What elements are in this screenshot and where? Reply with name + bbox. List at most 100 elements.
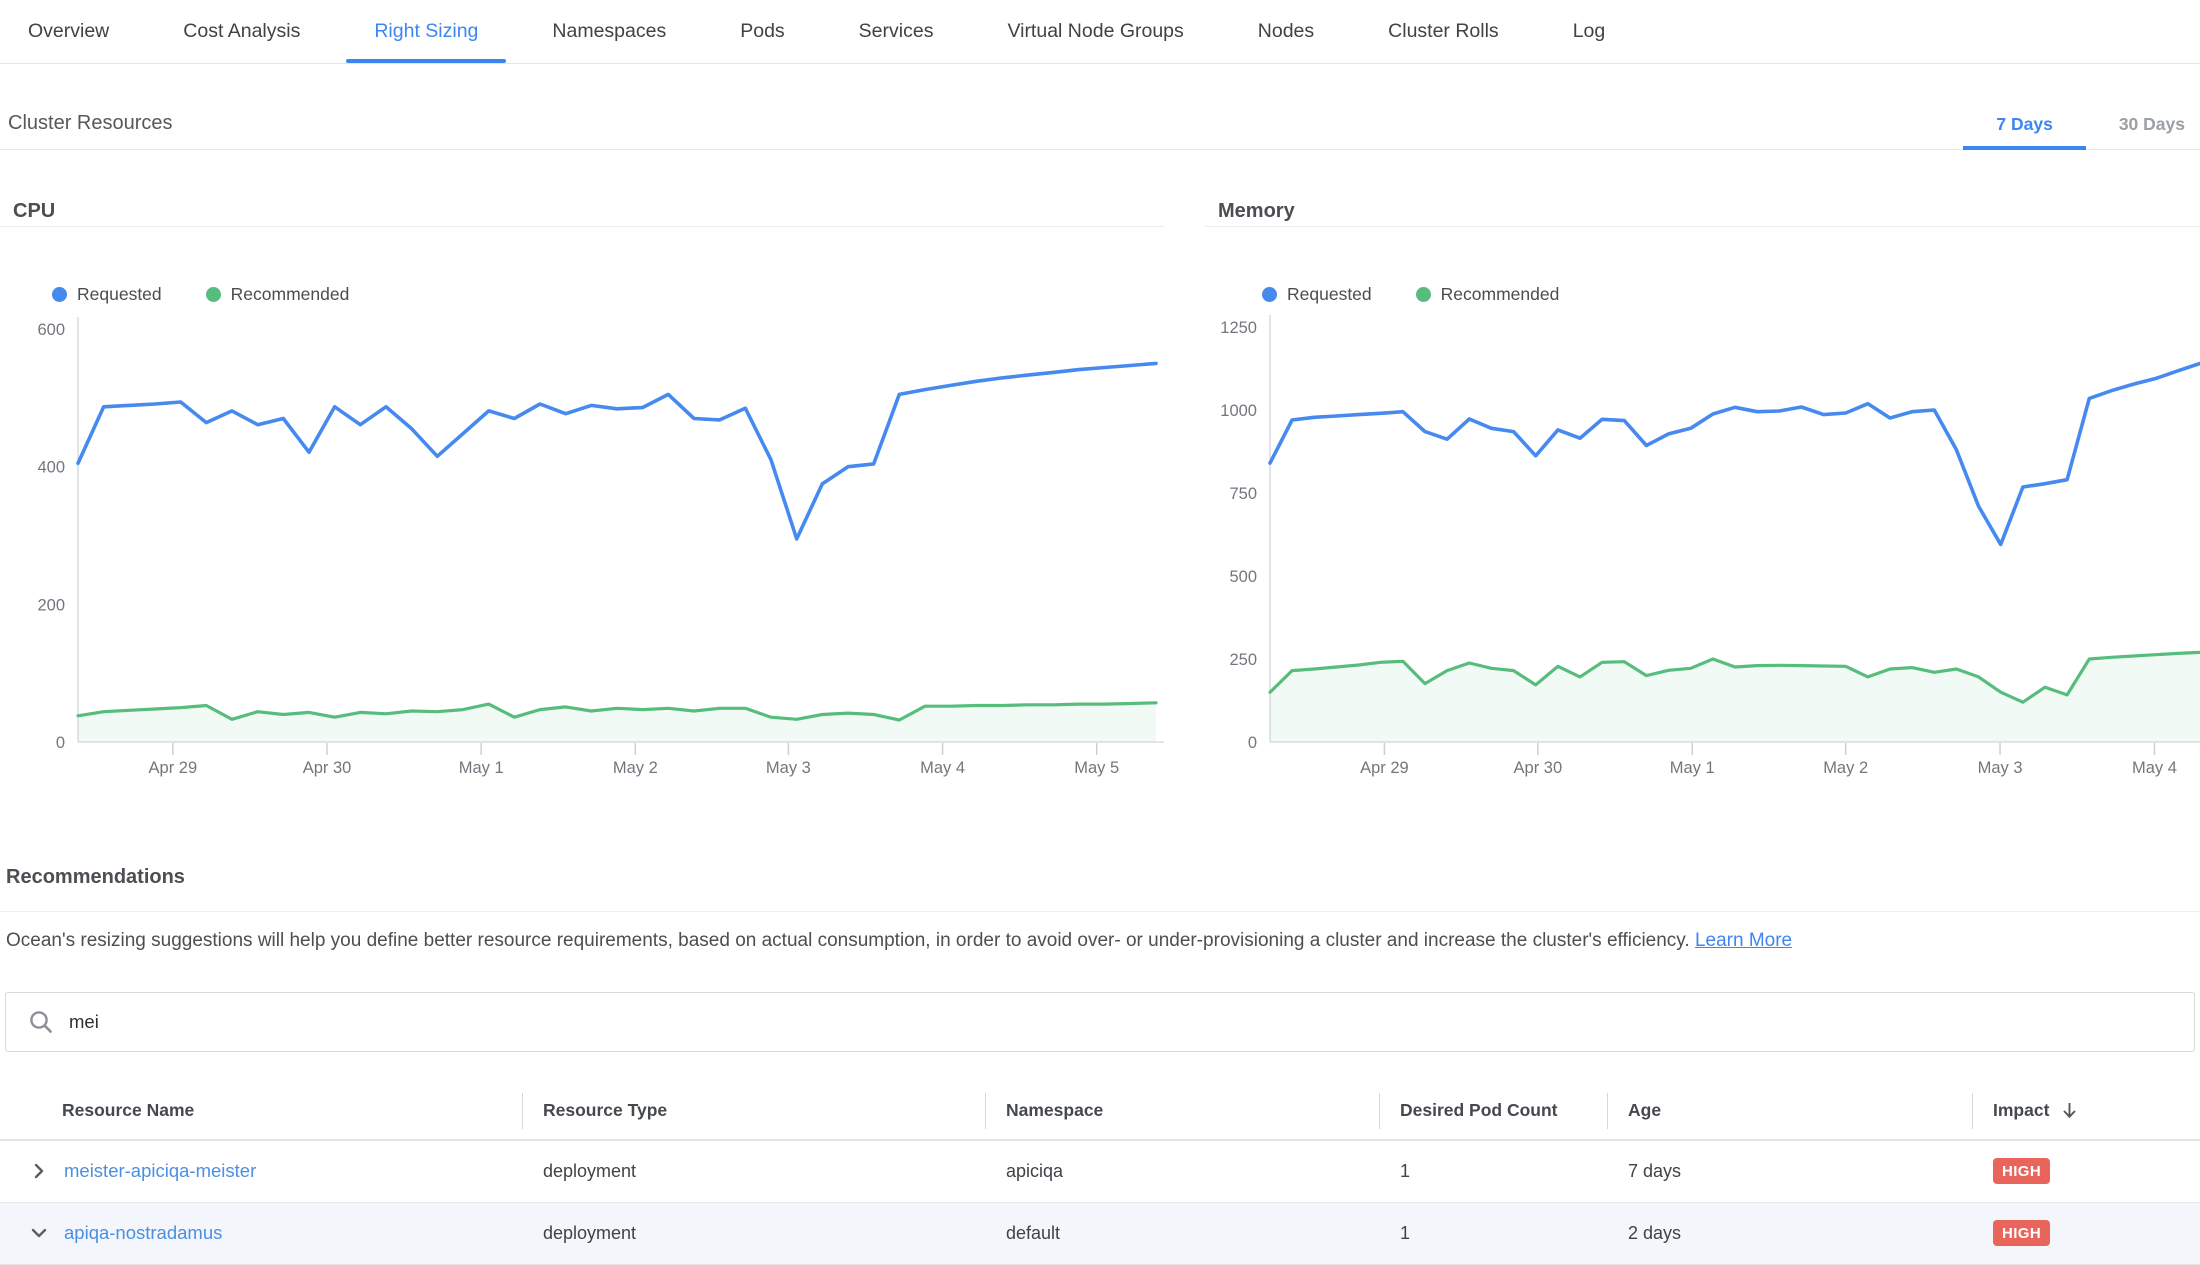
svg-text:May 2: May 2 — [613, 759, 658, 777]
desired-pod-count-cell: 1 — [1379, 1140, 1607, 1202]
impact-badge: HIGH — [1993, 1220, 2050, 1246]
recommended-legend-item: Recommended — [206, 284, 350, 305]
main-tab-bar: Overview Cost Analysis Right Sizing Namespa… — [0, 0, 2200, 64]
table-row: meister-apiciqa-meister deploymentapiciqa… — [0, 1140, 2200, 1202]
cluster-resources-title: Cluster Resources — [8, 112, 173, 135]
tab-cost-analysis[interactable]: Cost Analysis — [155, 0, 328, 63]
range-tab-7-days[interactable]: 7 Days — [1963, 98, 2085, 150]
recommendations-section: Recommendations Ocean's resizing suggest… — [0, 852, 2200, 954]
resource-name-cell: meister-apiciqa-meister — [0, 1140, 522, 1202]
table-header-row: Resource Name Resource Type Namespace De… — [0, 1082, 2200, 1140]
requested-legend-item: Requested — [52, 284, 162, 305]
memory-chart-legend: Requested Recommended — [1262, 284, 2200, 305]
svg-text:750: 750 — [1229, 485, 1257, 503]
svg-text:May 1: May 1 — [459, 759, 504, 777]
resource-type-cell: deployment — [522, 1140, 985, 1202]
column-header-age[interactable]: Age — [1607, 1082, 1972, 1140]
column-header-desired-pod-count[interactable]: Desired Pod Count — [1379, 1082, 1607, 1140]
impact-cell: HIGH — [1972, 1140, 2200, 1202]
svg-text:0: 0 — [56, 734, 65, 752]
main-tab-bar-list: Overview Cost Analysis Right Sizing Namespa… — [0, 0, 2200, 63]
learn-more-link[interactable]: Learn More — [1695, 930, 1792, 951]
namespace-cell: apiciqa — [985, 1140, 1379, 1202]
resource-name-link[interactable]: apiqa-nostradamus — [64, 1222, 222, 1244]
cpu-chart-title: CPU — [0, 150, 1164, 227]
svg-text:May 3: May 3 — [1978, 759, 2023, 777]
impact-column-label: Impact — [1993, 1100, 2049, 1120]
svg-text:Apr 30: Apr 30 — [303, 759, 352, 777]
tab-overview[interactable]: Overview — [0, 0, 137, 63]
tab-right-sizing[interactable]: Right Sizing — [346, 0, 506, 63]
svg-text:400: 400 — [37, 459, 65, 477]
memory-chart-title: Memory — [1205, 150, 2200, 227]
cpu-chart-legend: Requested Recommended — [52, 284, 1164, 305]
svg-text:May 5: May 5 — [1074, 759, 1119, 777]
table-row: apiqa-nostradamus deploymentdefault12 day… — [0, 1202, 2200, 1264]
tab-namespaces[interactable]: Namespaces — [524, 0, 694, 63]
tab-log[interactable]: Log — [1545, 0, 1634, 63]
requested-legend-dot — [52, 287, 67, 302]
recommended-legend-dot — [206, 287, 221, 302]
recommendations-table: Resource Name Resource Type Namespace De… — [0, 1082, 2200, 1265]
column-header-namespace[interactable]: Namespace — [985, 1082, 1379, 1140]
sort-descending-icon[interactable] — [2061, 1101, 2078, 1120]
svg-text:Apr 29: Apr 29 — [1360, 759, 1409, 777]
recommended-legend-label: Recommended — [1441, 284, 1560, 305]
svg-text:500: 500 — [1229, 568, 1257, 586]
recommendations-title: Recommendations — [6, 866, 2200, 889]
recommended-legend-dot — [1416, 287, 1431, 302]
recommended-legend-label: Recommended — [231, 284, 350, 305]
tab-virtual-node-groups[interactable]: Virtual Node Groups — [979, 0, 1211, 63]
namespace-cell: default — [985, 1202, 1379, 1264]
age-cell: 7 days — [1607, 1140, 1972, 1202]
svg-text:Apr 30: Apr 30 — [1514, 759, 1563, 777]
requested-legend-item: Requested — [1262, 284, 1372, 305]
svg-text:0: 0 — [1248, 734, 1257, 752]
search-box — [5, 992, 2195, 1052]
tab-cluster-rolls[interactable]: Cluster Rolls — [1360, 0, 1527, 63]
range-selector: 7 Days30 Days — [1963, 98, 2200, 150]
cluster-resources-header: Cluster Resources 7 Days30 Days — [0, 64, 2200, 150]
cpu-chart: 0 200 400 600 Apr 29 Apr 30 May 1 May 2 May 3 May… — [0, 313, 1164, 783]
desired-pod-count-cell: 1 — [1379, 1202, 1607, 1264]
recommendations-description-text: Ocean's resizing suggestions will help y… — [6, 930, 1690, 951]
tab-pods[interactable]: Pods — [712, 0, 812, 63]
search-input[interactable] — [67, 1010, 2194, 1034]
section-divider — [0, 911, 2200, 912]
cpu-chart-panel: CPU Requested Recommended 0 200 400 600 Apr 2… — [0, 150, 1164, 783]
recommendations-description: Ocean's resizing suggestions will help y… — [6, 929, 2160, 954]
column-header-resource-type[interactable]: Resource Type — [522, 1082, 985, 1140]
impact-cell: HIGH — [1972, 1202, 2200, 1264]
memory-chart-panel: Memory Requested Recommended 0 250 500 750 10… — [1205, 150, 2200, 783]
chevron-right-icon[interactable] — [30, 1162, 48, 1180]
resource-type-cell: deployment — [522, 1202, 985, 1264]
requested-legend-dot — [1262, 287, 1277, 302]
age-cell: 2 days — [1607, 1202, 1972, 1264]
svg-text:600: 600 — [37, 321, 65, 339]
impact-badge: HIGH — [1993, 1158, 2050, 1184]
recommended-legend-item: Recommended — [1416, 284, 1560, 305]
requested-legend-label: Requested — [1287, 284, 1372, 305]
tab-services[interactable]: Services — [831, 0, 962, 63]
range-tab-30-days[interactable]: 30 Days — [2086, 98, 2200, 150]
svg-text:250: 250 — [1229, 651, 1257, 669]
svg-text:Apr 29: Apr 29 — [149, 759, 198, 777]
requested-legend-label: Requested — [77, 284, 162, 305]
search-icon — [28, 1009, 54, 1035]
svg-text:1250: 1250 — [1220, 319, 1257, 337]
column-header-resource-name[interactable]: Resource Name — [0, 1082, 522, 1140]
tab-nodes[interactable]: Nodes — [1230, 0, 1342, 63]
memory-chart: 0 250 500 750 1000 1250 Apr 29 Apr 30 May 1 May 2… — [1205, 313, 2200, 783]
resource-name-cell: apiqa-nostradamus — [0, 1202, 522, 1264]
svg-text:May 4: May 4 — [920, 759, 965, 777]
svg-text:May 2: May 2 — [1823, 759, 1868, 777]
column-header-impact[interactable]: Impact — [1972, 1082, 2200, 1140]
chevron-down-icon[interactable] — [30, 1224, 48, 1242]
svg-text:May 3: May 3 — [766, 759, 811, 777]
resource-name-link[interactable]: meister-apiciqa-meister — [64, 1160, 256, 1182]
svg-text:May 1: May 1 — [1670, 759, 1715, 777]
svg-text:200: 200 — [37, 596, 65, 614]
table-body: meister-apiciqa-meister deploymentapiciqa… — [0, 1140, 2200, 1264]
svg-text:May 4: May 4 — [2132, 759, 2177, 777]
svg-text:1000: 1000 — [1220, 402, 1257, 420]
